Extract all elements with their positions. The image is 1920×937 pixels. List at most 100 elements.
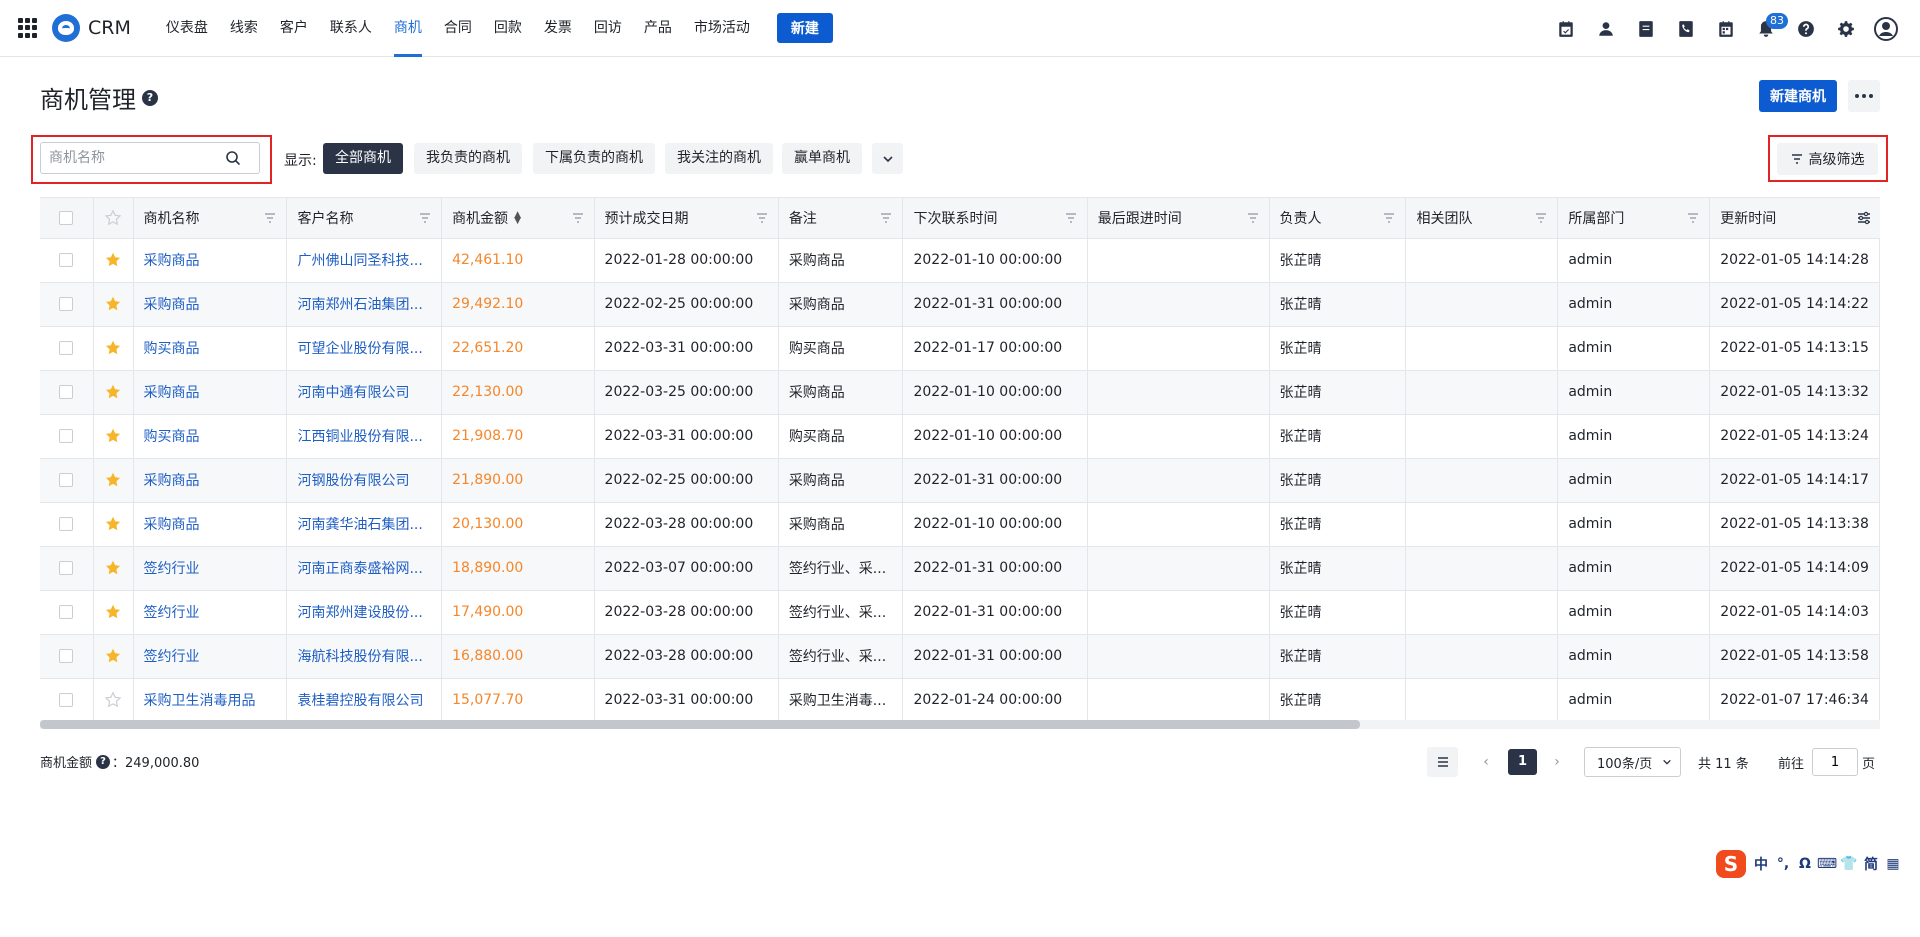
nav-item-contracts[interactable]: 合同 [433, 0, 483, 57]
table-row[interactable]: 签约行业 海航科技股份有限... 16,880.00 2022-03-28 00:00… [40, 634, 1880, 679]
column-filter-icon[interactable] [880, 212, 892, 224]
horizontal-scrollbar-thumb[interactable] [40, 720, 1360, 729]
column-filter-icon[interactable] [1383, 212, 1395, 224]
column-filter-icon[interactable] [756, 212, 768, 224]
row-checkbox[interactable] [59, 561, 74, 575]
opportunity-name-link[interactable]: 采购商品 [144, 297, 200, 313]
nav-item-invoices[interactable]: 发票 [533, 0, 583, 57]
customer-name-link[interactable]: 河南郑州石油集团... [297, 297, 422, 313]
table-row[interactable]: 采购商品 河南中通有限公司 22,130.00 2022-03-25 00:00:00… [40, 370, 1880, 415]
header-name[interactable]: 商机名称 [133, 198, 288, 239]
ime-punct-toggle[interactable]: °, [1772, 856, 1794, 872]
customer-name-link[interactable]: 江西铜业股份有限... [297, 429, 422, 445]
customer-name-link[interactable]: 可望企业股份有限... [297, 341, 422, 357]
opportunity-name-link[interactable]: 购买商品 [144, 429, 200, 445]
nav-item-marketing[interactable]: 市场活动 [683, 0, 761, 57]
customer-name-link[interactable]: 海航科技股份有限... [297, 649, 422, 665]
nav-item-customers[interactable]: 客户 [269, 0, 319, 57]
header-remark[interactable]: 备注 [778, 198, 904, 239]
column-filter-icon[interactable] [1687, 212, 1699, 224]
customer-name-link[interactable]: 河南中通有限公司 [297, 385, 409, 401]
opportunity-name-link[interactable]: 采购商品 [144, 253, 200, 269]
select-all-checkbox[interactable] [59, 210, 74, 225]
nav-item-leads[interactable]: 线索 [219, 0, 269, 57]
table-row[interactable]: 签约行业 河南郑州建设股份... 17,490.00 2022-03-28 00:00… [40, 590, 1880, 635]
customer-name-link[interactable]: 河钢股份有限公司 [297, 473, 409, 489]
opportunity-name-link[interactable]: 购买商品 [144, 341, 200, 357]
star-filled-icon[interactable] [104, 559, 122, 577]
list-view-icon[interactable] [1427, 747, 1458, 777]
create-opportunity-button[interactable]: 新建商机 [1759, 80, 1837, 112]
header-dept[interactable]: 所属部门 [1557, 198, 1711, 239]
row-checkbox[interactable] [59, 341, 74, 355]
header-customer[interactable]: 客户名称 [286, 198, 443, 239]
segment-mine[interactable]: 我负责的商机 [414, 143, 522, 174]
opportunity-name-link[interactable]: 采购商品 [144, 385, 200, 401]
table-row[interactable]: 购买商品 可望企业股份有限... 22,651.20 2022-03-31 00:00… [40, 326, 1880, 371]
nav-item-dashboard[interactable]: 仪表盘 [155, 0, 219, 57]
title-help-icon[interactable]: ? [142, 89, 158, 106]
opportunity-name-link[interactable]: 采购商品 [144, 517, 200, 533]
column-filter-icon[interactable] [1535, 212, 1547, 224]
contact-card-icon[interactable] [1586, 9, 1626, 49]
table-row[interactable]: 签约行业 河南正商泰盛裕网... 18,890.00 2022-03-07 00:00… [40, 546, 1880, 591]
column-filter-icon[interactable] [264, 212, 276, 224]
star-filled-icon[interactable] [104, 383, 122, 401]
star-filled-icon[interactable] [104, 427, 122, 445]
row-checkbox[interactable] [59, 517, 74, 531]
row-checkbox[interactable] [59, 473, 74, 487]
row-checkbox[interactable] [59, 297, 74, 311]
calendar-icon[interactable] [1706, 9, 1746, 49]
nav-new-button[interactable]: 新建 [776, 13, 833, 43]
prev-page-icon[interactable]: ‹ [1474, 747, 1498, 777]
next-page-icon[interactable]: › [1545, 747, 1569, 777]
search-input[interactable] [41, 144, 221, 172]
nav-item-contacts[interactable]: 联系人 [319, 0, 383, 57]
column-filter-icon[interactable] [1247, 212, 1259, 224]
header-last-follow[interactable]: 最后跟进时间 [1087, 198, 1270, 239]
app-logo[interactable]: CRM [52, 14, 131, 42]
row-checkbox[interactable] [59, 649, 74, 663]
table-row[interactable]: 采购商品 河南龚华油石集团... 20,130.00 2022-03-28 00:00… [40, 502, 1880, 547]
segment-all[interactable]: 全部商机 [323, 143, 403, 174]
advanced-filter-button[interactable]: 高级筛选 [1777, 143, 1878, 175]
opportunity-name-link[interactable]: 采购商品 [144, 473, 200, 489]
customer-name-link[interactable]: 袁桂碧控股有限公司 [297, 693, 423, 709]
nav-item-visits[interactable]: 回访 [583, 0, 633, 57]
avatar-icon[interactable] [1866, 9, 1906, 49]
summary-help-icon[interactable]: ? [96, 754, 111, 769]
ime-simplified-toggle[interactable]: 简 [1860, 854, 1882, 874]
table-row[interactable]: 采购商品 河钢股份有限公司 21,890.00 2022-02-25 00:00:00… [40, 458, 1880, 503]
column-filter-icon[interactable] [419, 212, 431, 224]
star-filled-icon[interactable] [104, 603, 122, 621]
search-icon[interactable] [225, 150, 241, 166]
goto-page-input[interactable] [1812, 748, 1858, 776]
nav-item-payments[interactable]: 回款 [483, 0, 533, 57]
column-filter-icon[interactable] [572, 212, 584, 224]
ime-symbol-button[interactable]: Ω [1794, 856, 1816, 872]
star-filled-icon[interactable] [104, 647, 122, 665]
help-icon[interactable] [1786, 9, 1826, 49]
star-filled-icon[interactable] [104, 339, 122, 357]
row-checkbox[interactable] [59, 385, 74, 399]
row-checkbox[interactable] [59, 429, 74, 443]
more-actions-button[interactable] [1848, 80, 1880, 112]
table-row[interactable]: 购买商品 江西铜业股份有限... 21,908.70 2022-03-31 00:00… [40, 414, 1880, 459]
segment-more-dropdown[interactable] [872, 143, 903, 174]
table-row[interactable]: 采购商品 广州佛山同圣科技... 42,461.10 2022-01-28 00:00… [40, 238, 1880, 283]
note-icon[interactable] [1626, 9, 1666, 49]
phone-icon[interactable] [1666, 9, 1706, 49]
row-checkbox[interactable] [59, 693, 74, 707]
segment-subordinates[interactable]: 下属负责的商机 [533, 143, 655, 174]
ime-lang-toggle[interactable]: 中 [1750, 854, 1772, 874]
nav-item-opportunities[interactable]: 商机 [383, 0, 433, 57]
segment-won[interactable]: 赢单商机 [782, 143, 862, 174]
header-deal-date[interactable]: 预计成交日期 [594, 198, 779, 239]
segment-followed[interactable]: 我关注的商机 [665, 143, 773, 174]
gear-icon[interactable] [1826, 9, 1866, 49]
row-checkbox[interactable] [59, 605, 74, 619]
column-filter-icon[interactable] [1065, 212, 1077, 224]
opportunity-name-link[interactable]: 采购卫生消毒用品 [144, 693, 256, 709]
app-grid-icon[interactable] [18, 18, 38, 38]
task-icon[interactable] [1546, 9, 1586, 49]
